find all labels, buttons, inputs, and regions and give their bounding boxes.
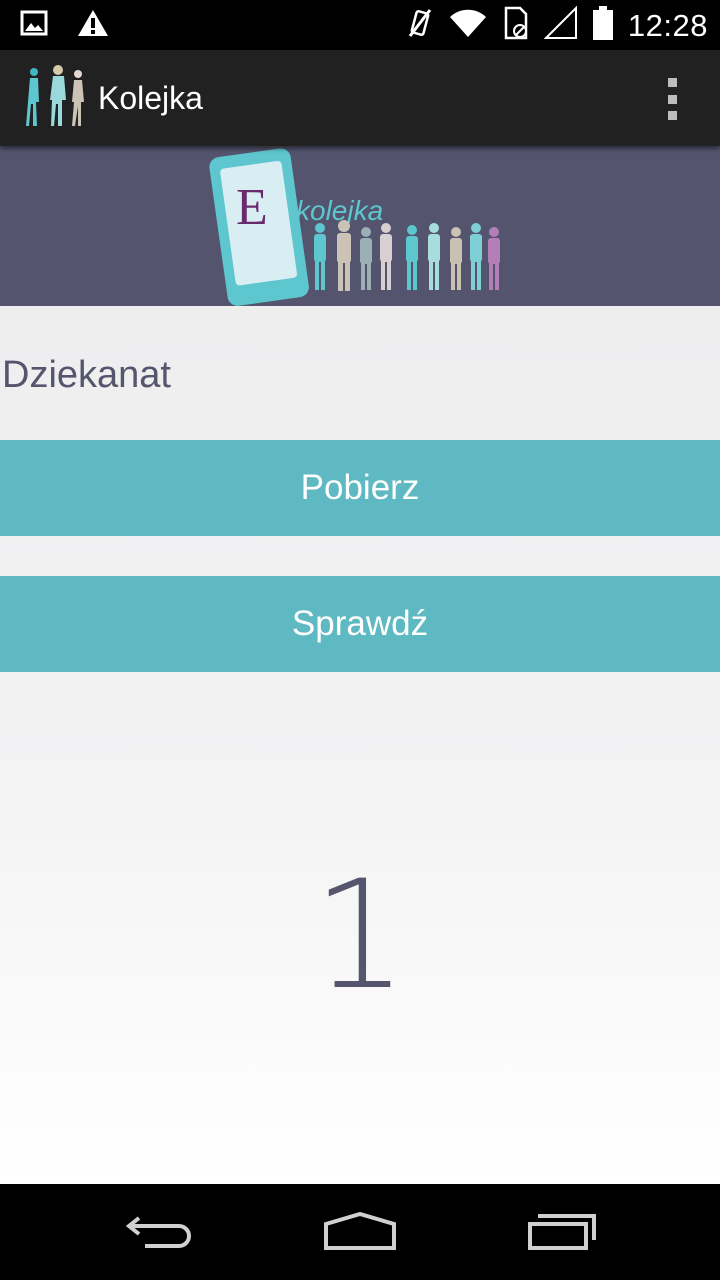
signal-icon	[543, 5, 578, 45]
navigation-bar	[0, 1184, 720, 1280]
banner: E kolejka	[0, 146, 720, 306]
office-label: Dziekanat	[2, 354, 171, 396]
recents-icon[interactable]	[502, 1202, 622, 1262]
queue-number: 1	[312, 849, 408, 1023]
app-title: Kolejka	[98, 80, 203, 116]
screen: 12:28 Kolejka E kolejka Dziekanat Pobier…	[0, 0, 720, 1280]
logo-letter: E	[236, 179, 268, 236]
logo-text: kolejka	[296, 195, 383, 226]
home-icon[interactable]	[300, 1202, 420, 1262]
action-bar: Kolejka	[0, 50, 720, 146]
status-bar: 12:28	[0, 0, 720, 50]
back-icon[interactable]	[100, 1202, 220, 1262]
sim-icon	[502, 6, 530, 45]
mute-icon	[406, 6, 434, 45]
people-silhouettes-icon	[314, 220, 500, 291]
queue-people-logo-icon[interactable]	[24, 64, 88, 130]
fetch-ticket-button[interactable]: Pobierz	[0, 440, 720, 536]
wifi-icon	[448, 7, 488, 44]
check-queue-button[interactable]: Sprawdź	[0, 576, 720, 672]
ekolejka-logo: E kolejka	[209, 148, 500, 306]
main-content: Dziekanat Pobierz Sprawdź 1	[0, 306, 720, 1184]
status-time: 12:28	[627, 7, 708, 43]
battery-icon	[592, 6, 614, 45]
overflow-menu-icon[interactable]	[664, 78, 680, 120]
warning-icon	[76, 8, 110, 43]
image-notification-icon	[20, 10, 48, 41]
